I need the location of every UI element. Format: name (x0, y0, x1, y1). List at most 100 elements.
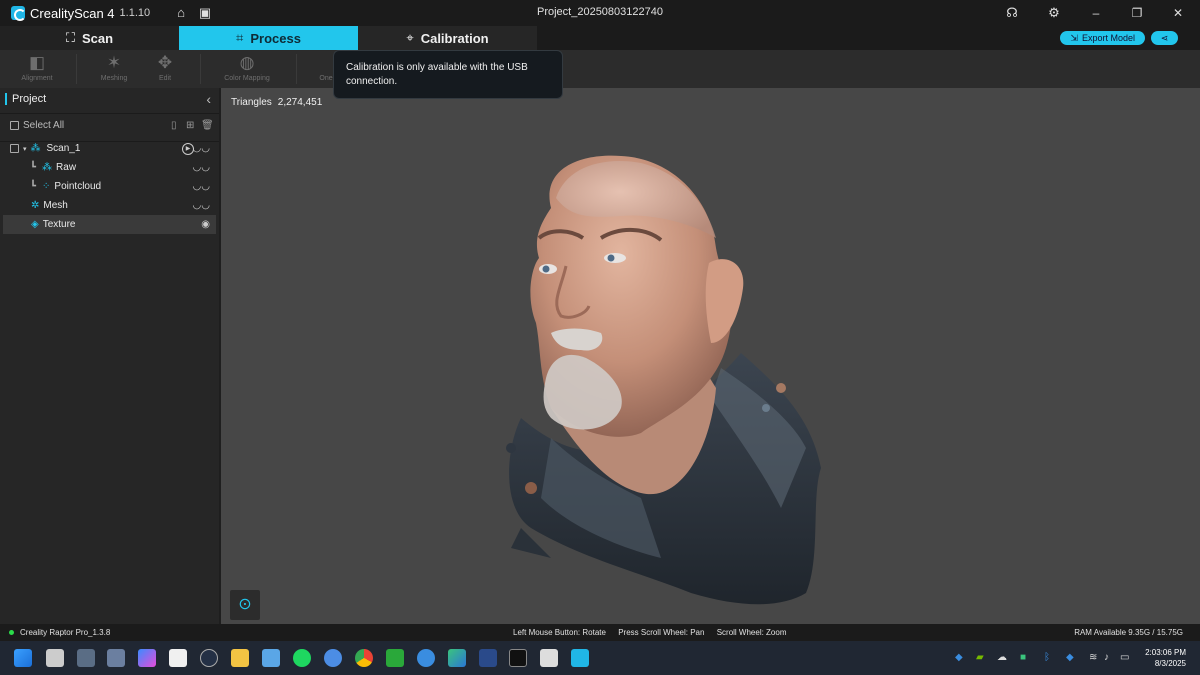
wifi-icon[interactable]: ≋ (1089, 652, 1097, 663)
app-icon[interactable] (448, 649, 466, 667)
panel-header: Project ‹ (0, 88, 219, 110)
export-model-label: Export Model (1081, 33, 1135, 43)
scan-icon: ⛶ (65, 30, 76, 45)
tree-item-texture[interactable]: ◈ Texture ◉ (3, 215, 216, 234)
app-name: CrealityScan 4 (30, 5, 115, 21)
gear-icon[interactable]: ⚙ (1046, 5, 1062, 21)
device-name: Creality Raptor Pro_1.3.8 (20, 628, 111, 637)
snipping-icon[interactable] (540, 649, 558, 667)
headset-icon[interactable]: ☊ (1004, 5, 1020, 21)
file-explorer-icon[interactable] (231, 649, 249, 667)
clock-date: 8/3/2025 (1154, 659, 1186, 668)
tool-color-mapping[interactable]: ◍ Color Mapping (210, 52, 284, 86)
tab-process-label: Process (250, 30, 301, 46)
store-icon[interactable] (169, 649, 187, 667)
ram-indicator: RAM Available 9.35G / 15.75G (1074, 628, 1183, 637)
scan-checkbox[interactable] (10, 144, 19, 153)
restore-button[interactable]: ❐ (1123, 3, 1151, 23)
speedometer-icon[interactable] (200, 649, 218, 667)
settings-app-icon[interactable] (107, 649, 125, 667)
collapse-icon[interactable]: ‹ (206, 91, 211, 107)
eye-closed-icon[interactable]: ◡◡ (193, 143, 210, 154)
add-folder-icon[interactable]: ⊞ (186, 120, 194, 131)
copilot-icon[interactable] (138, 649, 156, 667)
tool-color-mapping-label: Color Mapping (224, 75, 270, 82)
task-view-icon[interactable] (46, 649, 64, 667)
select-all-row[interactable]: Select All ▯ ⊞ 🗑 (3, 116, 216, 135)
share-button[interactable]: ⋖ (1151, 31, 1178, 45)
notepad-icon[interactable] (262, 649, 280, 667)
people-icon[interactable] (417, 649, 435, 667)
tray-app-icon[interactable]: ■ (1020, 652, 1026, 663)
bluetooth-icon[interactable]: ᛒ (1044, 652, 1050, 663)
tab-scan[interactable]: ⛶ Scan (0, 26, 179, 50)
eye-open-icon[interactable]: ◉ (201, 219, 210, 230)
mountain-app-icon[interactable] (479, 649, 497, 667)
eye-closed-icon[interactable]: ◡◡ (193, 200, 210, 211)
qbittorrent-icon[interactable] (324, 649, 342, 667)
crosshair-icon: ⊙ (238, 596, 252, 613)
alignment-icon: ◧ (28, 53, 46, 72)
device-icon[interactable]: ▯ (171, 120, 177, 131)
xbox-icon[interactable] (386, 649, 404, 667)
title-bar: CrealityScan 4 1.1.10 ⌂ ▣ Project_202508… (0, 0, 1200, 26)
expand-icon[interactable]: ▾ (23, 145, 27, 153)
status-bar: Creality Raptor Pro_1.3.8 Left Mouse But… (0, 624, 1200, 641)
system-clock[interactable]: 2:03:06 PM 8/3/2025 (1145, 647, 1186, 669)
3d-viewport[interactable]: Triangles 2,274,451 ⊙ (221, 88, 1200, 624)
eye-closed-icon[interactable]: ◡◡ (193, 181, 210, 192)
close-button[interactable]: ✕ (1164, 3, 1192, 23)
windows-start-icon[interactable] (14, 649, 32, 667)
tool-separator (296, 54, 297, 84)
mesh-icon: ✲ (31, 200, 40, 211)
app-logo-icon (11, 6, 26, 21)
trash-icon[interactable]: 🗑 (201, 120, 214, 131)
minimize-button[interactable]: – (1082, 3, 1110, 23)
share-icon: ⋖ (1160, 33, 1169, 43)
texture-icon: ◈ (31, 219, 39, 230)
palette-icon: ◍ (239, 53, 255, 72)
battery-icon[interactable]: ▭ (1120, 652, 1129, 663)
folder-icon[interactable]: ▣ (197, 5, 213, 21)
edit-icon: ✥ (157, 53, 173, 72)
tree-item-pointcloud[interactable]: ┗ ⁘ Pointcloud ◡◡ (3, 177, 216, 196)
export-model-button[interactable]: ⇲ Export Model (1060, 31, 1145, 45)
process-toolbar: ◧ Alignment ✶ Meshing ✥ Edit ◍ Color Map… (0, 50, 1200, 88)
panel-title: Project (12, 93, 47, 105)
volume-icon[interactable]: ♪ (1104, 652, 1109, 663)
nvidia-icon[interactable]: ▰ (976, 652, 984, 663)
tree-item-mesh[interactable]: ✲ Mesh ◡◡ (3, 196, 216, 215)
target-icon: ⌖ (406, 30, 414, 45)
defender-icon[interactable]: ◆ (955, 652, 963, 663)
eye-closed-icon[interactable]: ◡◡ (193, 162, 210, 173)
tool-alignment[interactable]: ◧ Alignment (0, 52, 74, 86)
app-window: CrealityScan 4 1.1.10 ⌂ ▣ Project_202508… (0, 0, 1200, 675)
control-hints: Left Mouse Button: Rotate Press Scroll W… (513, 628, 796, 637)
news-app-icon[interactable] (509, 649, 527, 667)
mode-bar: ⛶ Scan ⌗ Process ⌖ Calibration ⇲ Export … (0, 26, 1200, 50)
hint-rotate: Left Mouse Button: Rotate (513, 628, 606, 637)
tab-process[interactable]: ⌗ Process (179, 26, 358, 50)
tree-item-label: Scan_1 (46, 143, 81, 154)
onedrive-icon[interactable]: ☁ (997, 652, 1007, 663)
recenter-view-button[interactable]: ⊙ (230, 590, 260, 620)
scanned-head-model (506, 155, 821, 605)
tool-edit[interactable]: ✥ Edit (128, 52, 202, 86)
connection-status-dot (9, 630, 14, 635)
chrome-icon[interactable] (355, 649, 373, 667)
tree-item-raw[interactable]: ┗ ⁂ Raw ◡◡ (3, 158, 216, 177)
security-icon[interactable]: ◆ (1066, 652, 1074, 663)
home-icon[interactable]: ⌂ (173, 5, 189, 21)
tool-separator (200, 54, 201, 84)
crop-icon: ⌗ (236, 30, 244, 45)
select-all-checkbox[interactable] (10, 121, 19, 130)
tab-calibration[interactable]: ⌖ Calibration (358, 26, 537, 50)
spotify-icon[interactable] (293, 649, 311, 667)
app-version: 1.1.10 (119, 7, 151, 19)
select-all-label: Select All (23, 120, 65, 131)
calibration-tooltip: Calibration is only available with the U… (333, 50, 563, 99)
clock-time: 2:03:06 PM (1145, 648, 1186, 657)
tree-item-scan[interactable]: ▾ ⁂ Scan_1 ▶ ◡◡ (3, 139, 216, 158)
crealityscan-taskbar-icon[interactable] (571, 649, 589, 667)
calculator-icon[interactable] (77, 649, 95, 667)
